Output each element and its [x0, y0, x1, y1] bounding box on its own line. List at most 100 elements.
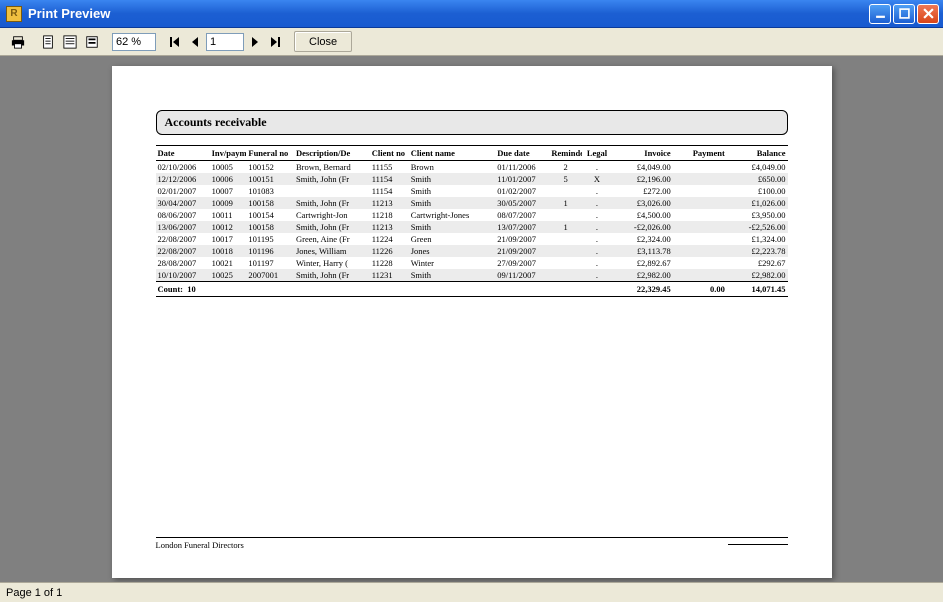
cell: [549, 245, 581, 257]
count-value: 10: [187, 284, 196, 294]
cell: 101197: [246, 257, 294, 269]
cell: [294, 185, 370, 197]
cell: Smith, John (Fr: [294, 173, 370, 185]
cell: .: [582, 209, 612, 221]
col-legal: Legal: [582, 146, 612, 161]
cell: [673, 209, 727, 221]
statusbar: Page 1 of 1: [0, 582, 943, 602]
page-input[interactable]: [206, 33, 244, 51]
cell: 08/06/2007: [156, 209, 210, 221]
cell: £650.00: [727, 173, 788, 185]
cell: 08/07/2007: [495, 209, 549, 221]
cell: [673, 257, 727, 269]
prev-page-button[interactable]: [186, 33, 204, 51]
cell: Winter, Harry (: [294, 257, 370, 269]
cell: Winter: [409, 257, 496, 269]
last-page-button[interactable]: [266, 33, 284, 51]
first-page-button[interactable]: [166, 33, 184, 51]
cell: 10/10/2007: [156, 269, 210, 282]
view-width-button[interactable]: [60, 32, 80, 52]
col-client: Client no: [370, 146, 409, 161]
cell: Smith: [409, 185, 496, 197]
window-title: Print Preview: [28, 6, 869, 21]
zoom-input[interactable]: [112, 33, 156, 51]
print-button[interactable]: [8, 32, 28, 52]
cell: 2: [549, 161, 581, 174]
report-page: Accounts receivable Date Inv/paym.no Fun…: [112, 66, 832, 578]
cell: -£2,526.00: [727, 221, 788, 233]
cell: Smith: [409, 221, 496, 233]
cell: Brown, Bernard: [294, 161, 370, 174]
cell: 1: [549, 221, 581, 233]
cell: 02/01/2007: [156, 185, 210, 197]
cell: £2,324.00: [612, 233, 673, 245]
cell: £1,026.00: [727, 197, 788, 209]
cell: 10011: [210, 209, 247, 221]
table-row: 02/01/20071000710108311154Smith01/02/200…: [156, 185, 788, 197]
cell: [673, 173, 727, 185]
maximize-icon: [899, 8, 910, 19]
close-window-button[interactable]: [917, 4, 939, 24]
cell: 12/12/2006: [156, 173, 210, 185]
cell: 5: [549, 173, 581, 185]
total-invoice: 22,329.45: [612, 282, 673, 297]
cell: .: [582, 221, 612, 233]
table-row: 22/08/200710017101195Green, Aine (Fr1122…: [156, 233, 788, 245]
cell: 10017: [210, 233, 247, 245]
cell: .: [582, 233, 612, 245]
page-whole-icon: [41, 35, 55, 49]
cell: 11218: [370, 209, 409, 221]
cell: 13/06/2007: [156, 221, 210, 233]
cell: £2,982.00: [727, 269, 788, 282]
cell: 11226: [370, 245, 409, 257]
col-due: Due date: [495, 146, 549, 161]
cell: 1: [549, 197, 581, 209]
cell: 01/02/2007: [495, 185, 549, 197]
cell: Smith: [409, 197, 496, 209]
view-100-button[interactable]: [82, 32, 102, 52]
maximize-button[interactable]: [893, 4, 915, 24]
totals-row: Count: 10 22,329.45 0.00 14,071.45: [156, 282, 788, 297]
view-whole-button[interactable]: [38, 32, 58, 52]
table-row: 08/06/200710011100154Cartwright-Jon11218…: [156, 209, 788, 221]
cell: Smith, John (Fr: [294, 221, 370, 233]
table-row: 13/06/200710012100158Smith, John (Fr1121…: [156, 221, 788, 233]
cell: 10018: [210, 245, 247, 257]
cell: Smith, John (Fr: [294, 269, 370, 282]
col-rem: Reminder: [549, 146, 581, 161]
next-page-button[interactable]: [246, 33, 264, 51]
cell: £2,982.00: [612, 269, 673, 282]
cell: [549, 257, 581, 269]
cell: £100.00: [727, 185, 788, 197]
footer-line: [728, 544, 788, 550]
count-label: Count:: [158, 284, 184, 294]
cell: 11154: [370, 185, 409, 197]
cell: 10012: [210, 221, 247, 233]
cell: [673, 197, 727, 209]
cell: X: [582, 173, 612, 185]
close-button[interactable]: Close: [294, 31, 352, 52]
table-row: 12/12/200610006100151Smith, John (Fr1115…: [156, 173, 788, 185]
cell: £4,049.00: [612, 161, 673, 174]
cell: 27/09/2007: [495, 257, 549, 269]
col-date: Date: [156, 146, 210, 161]
cell: [673, 233, 727, 245]
next-icon: [250, 37, 260, 47]
cell: 01/11/2006: [495, 161, 549, 174]
col-funeral: Funeral no: [246, 146, 294, 161]
cell: .: [582, 161, 612, 174]
cell: Cartwright-Jones: [409, 209, 496, 221]
cell: £2,892.67: [612, 257, 673, 269]
cell: .: [582, 257, 612, 269]
cell: Green, Aine (Fr: [294, 233, 370, 245]
cell: .: [582, 185, 612, 197]
minimize-button[interactable]: [869, 4, 891, 24]
cell: 10009: [210, 197, 247, 209]
cell: 101083: [246, 185, 294, 197]
cell: Smith: [409, 173, 496, 185]
cell: .: [582, 269, 612, 282]
preview-area[interactable]: Accounts receivable Date Inv/paym.no Fun…: [0, 56, 943, 582]
cell: 101195: [246, 233, 294, 245]
cell: [549, 185, 581, 197]
prev-icon: [190, 37, 200, 47]
